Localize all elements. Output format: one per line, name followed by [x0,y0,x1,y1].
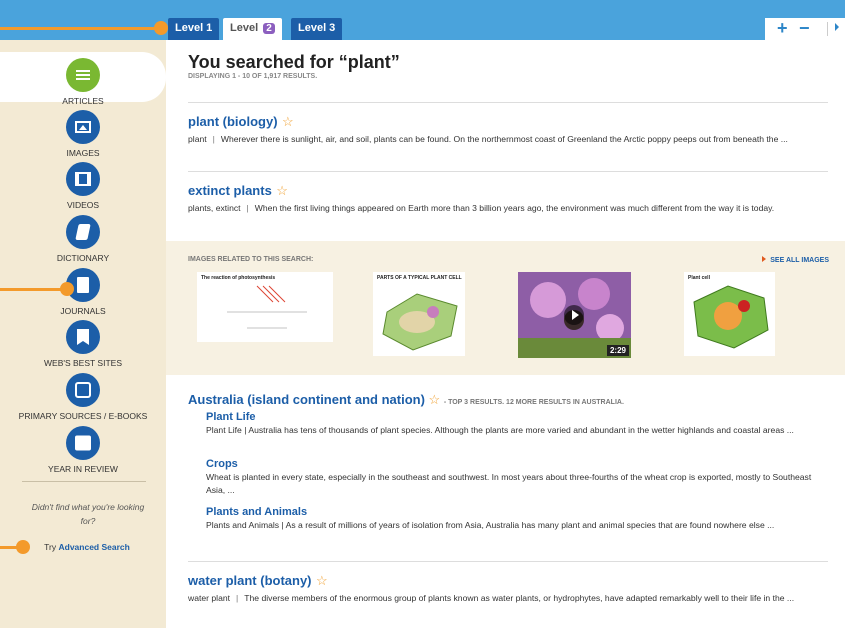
level-2-tab[interactable]: Level 2 [223,18,282,40]
sidebar-item-images[interactable]: IMAGES [0,110,166,158]
star-icon[interactable]: ☆ [316,573,328,588]
level-number-badge: 2 [263,23,275,34]
list-icon [66,58,100,92]
search-result: extinct plants ☆ plants, extinct | When th… [188,182,833,215]
see-all-images-link[interactable]: SEE ALL IMAGES [762,256,829,264]
sub-result-title-link[interactable]: Plant Life [206,411,831,423]
sub-result-title-link[interactable]: Plants and Animals [206,506,831,518]
sub-result: Plants and Animals Plants and Animals | … [206,506,831,532]
sidebar-item-articles[interactable]: ARTICLES [0,52,166,106]
expand-arrow-icon[interactable] [835,23,839,31]
sidebar-item-primary-sources[interactable]: PRIMARY SOURCES / E-BOOKS [0,373,166,421]
main-content: You searched for “plant” DISPLAYING 1 - … [166,40,845,628]
divider [188,561,828,562]
page-title: You searched for “plant” [188,52,400,72]
result-snippet: plant | Wherever there is sunlight, air, a… [188,134,788,144]
star-icon[interactable]: ☆ [282,114,294,129]
divider [188,102,828,103]
sidebar-item-journals[interactable]: JOURNALS [0,268,166,316]
zoom-in-button[interactable]: + [777,19,788,37]
sidebar-item-label: PRIMARY SOURCES / E-BOOKS [18,411,148,421]
australia-result: Australia (island continent and nation) … [188,392,624,408]
bookmark-icon [66,320,100,354]
edit-icon [66,373,100,407]
sidebar-item-label: IMAGES [66,148,100,158]
result-snippet: water plant | The diverse members of the e… [188,593,795,603]
video-duration: 2:29 [606,345,629,356]
calendar-icon [66,426,100,460]
sub-result-title-link[interactable]: Crops [206,458,831,470]
sidebar-item-label: YEAR IN REVIEW [48,464,118,474]
star-icon[interactable]: ☆ [276,183,288,198]
sub-result: Crops Wheat is planted in every state, e… [206,458,831,497]
sidebar-item-label: JOURNALS [60,306,106,316]
plant-cell-diagram [382,293,458,351]
result-title-link[interactable]: Australia (island continent and nation) [188,392,425,407]
photosynthesis-diagram [227,285,307,329]
sidebar-item-label: VIDEOS [66,200,100,210]
result-title-link[interactable]: water plant (botany) [188,573,312,588]
image-thumbnail[interactable]: The reaction of photosynthesis [197,272,333,342]
image-thumbnail[interactable]: Plant cell [684,272,775,356]
search-result: water plant (botany) ☆ water plant | The d… [188,572,833,605]
zoom-control: + − [765,18,845,40]
plant-cell-diagram [693,285,769,349]
image-icon [66,110,100,144]
sidebar-item-websites[interactable]: WEB'S BEST SITES [0,320,166,368]
result-title-link[interactable]: plant (biology) [188,114,278,129]
play-icon[interactable] [564,305,584,325]
film-icon [66,162,100,196]
sub-result-snippet: Wheat is planted in every state, especia… [206,472,812,495]
sidebar-item-year-in-review[interactable]: YEAR IN REVIEW [0,426,166,474]
divider [827,22,828,36]
sub-result-snippet: Plants and Animals | As a result of mill… [206,520,775,530]
level-1-tab[interactable]: Level 1 [168,18,220,40]
advanced-search-prompt: Try Advanced Search [44,542,130,552]
didnt-find-text: Didn't find what you're looking for? [31,502,145,526]
book-icon [66,215,100,249]
sidebar-item-label: ARTICLES [62,96,104,106]
level-3-tab[interactable]: Level 3 [291,18,343,40]
related-images: IMAGES RELATED TO THIS SEARCH: SEE ALL I… [166,241,845,375]
sidebar-item-dictionary[interactable]: DICTIONARY [0,215,166,263]
sub-result-snippet: Plant Life | Australia has tens of thous… [206,425,794,435]
sidebar-item-videos[interactable]: VIDEOS [0,162,166,210]
zoom-out-button[interactable]: − [799,19,810,37]
callout-dot-advanced [16,540,30,554]
images-section-label: IMAGES RELATED TO THIS SEARCH: [188,256,314,263]
sidebar-item-label: DICTIONARY [56,253,110,263]
sidebar-item-label: WEB'S BEST SITES [44,358,122,368]
search-result: plant (biology) ☆ plant | Wherever there i… [188,113,833,146]
top-bar: Level 1 Level 2 Level 3 + − [0,0,845,40]
divider [188,171,828,172]
video-thumbnail[interactable]: 2:29 [518,272,631,358]
sub-result: Plant Life Plant Life | Australia has te… [206,411,831,437]
callout-dot-journals [60,282,74,296]
result-title-link[interactable]: extinct plants [188,183,272,198]
callout-line-levels [0,27,160,30]
australia-note: - TOP 3 RESULTS. 12 MORE RESULTS IN AUST… [443,399,624,406]
divider [22,481,146,482]
star-icon[interactable]: ☆ [429,392,441,407]
callout-dot-levels [154,21,168,35]
results-count: DISPLAYING 1 - 10 OF 1,917 RESULTS. [188,73,318,80]
image-thumbnail[interactable]: PARTS OF A TYPICAL PLANT CELL [373,272,465,356]
result-snippet: plants, extinct | When the first living th… [188,203,775,213]
advanced-search-link[interactable]: Advanced Search [59,542,130,552]
callout-line-journals [0,288,66,291]
